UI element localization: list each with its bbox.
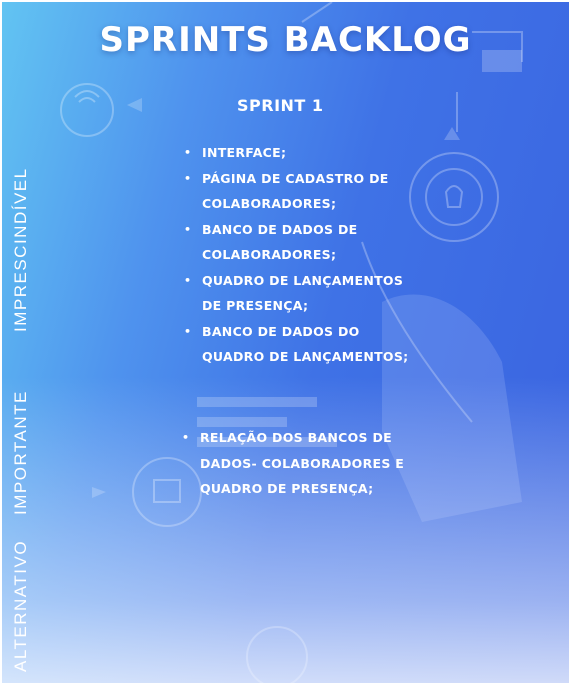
slide: SPRINTS BACKLOG SPRINT 1 • INTERFACE; • PÁ… [2,2,569,683]
page-title: SPRINTS BACKLOG [99,20,472,60]
priority-label-alternative: ALTERNATIVO [11,539,30,672]
list-item: • INTERFACE; [184,140,424,166]
list-item-text: BANCO DE DADOS DO QUADRO DE LANÇAMENTOS; [202,323,409,365]
list-item-text: RELAÇÃO DOS BANCOS DE DADOS- COLABORADOR… [200,430,405,496]
bullet-icon: • [184,273,192,287]
list-item-text: INTERFACE; [202,145,287,160]
sprint-heading: SPRINT 1 [237,96,324,115]
list-item-text: QUADRO DE LANÇAMENTOS DE PRESENÇA; [202,272,404,314]
list-item: • RELAÇÃO DOS BANCOS DE DADOS- COLABORADO… [182,425,422,502]
essential-items-list: • INTERFACE; • PÁGINA DE CADASTRO DE COLAB… [184,140,424,370]
bullet-icon: • [184,146,192,159]
list-item: • BANCO DE DADOS DE COLABORADORES; [184,217,424,268]
list-item-text: PÁGINA DE CADASTRO DE COLABORADORES; [202,170,389,212]
priority-label-important: IMPORTANTE [11,390,30,515]
bullet-icon: • [184,222,192,236]
list-item: • BANCO DE DADOS DO QUADRO DE LANÇAMENTOS… [184,319,424,370]
list-item: • PÁGINA DE CADASTRO DE COLABORADORES; [184,166,424,217]
bullet-icon: • [184,324,192,338]
list-item-text: BANCO DE DADOS DE COLABORADORES; [202,221,358,263]
bullet-icon: • [182,431,190,444]
list-item: • QUADRO DE LANÇAMENTOS DE PRESENÇA; [184,268,424,319]
priority-label-essential: IMPRESCINDÍVEL [11,167,30,332]
bullet-icon: • [184,171,192,185]
important-items-list: • RELAÇÃO DOS BANCOS DE DADOS- COLABORADO… [182,425,422,502]
